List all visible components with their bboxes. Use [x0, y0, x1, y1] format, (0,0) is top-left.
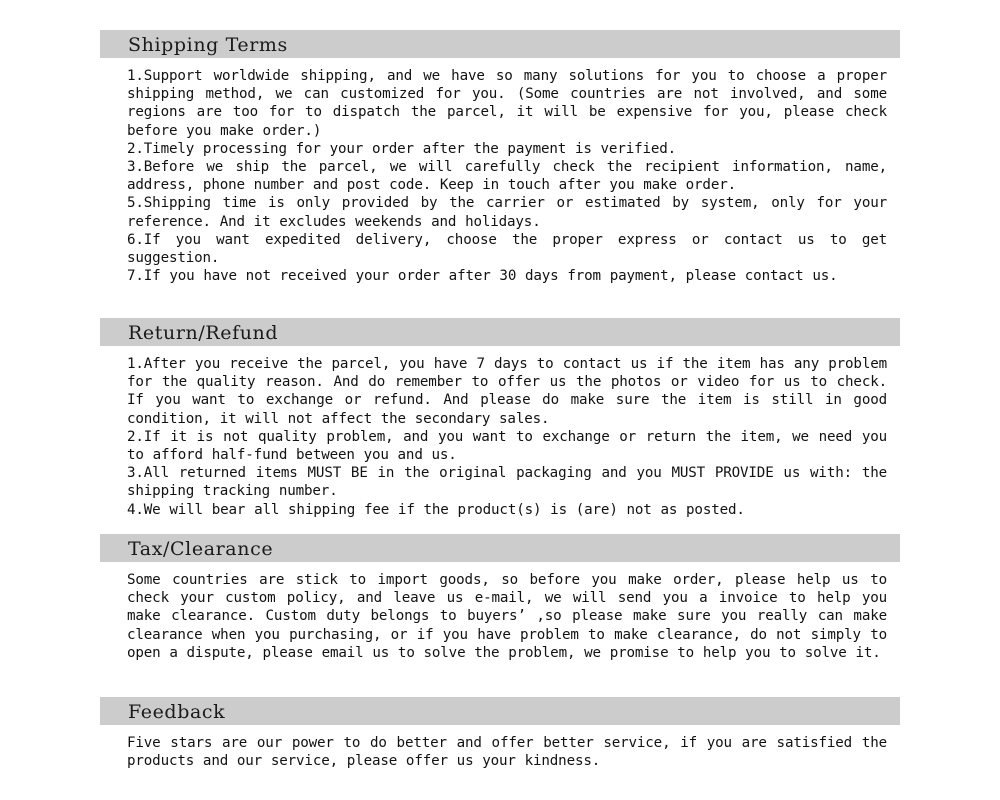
paragraph: Five stars are our power to do better an…	[127, 735, 887, 770]
paragraph: 2.Timely processing for your order after…	[127, 140, 677, 157]
document-page: Shipping Terms 1.Support worldwide shipp…	[0, 0, 1000, 800]
section-body-shipping-terms: 1.Support worldwide shipping, and we hav…	[0, 58, 887, 285]
paragraph: 7.If you have not received your order af…	[127, 268, 838, 285]
paragraph: 1.Support worldwide shipping, and we hav…	[127, 68, 887, 139]
section-body-tax-clearance: Some countries are stick to import goods…	[0, 562, 887, 662]
section-header-shipping-terms: Shipping Terms	[100, 30, 900, 58]
section-shipping-terms: Shipping Terms 1.Support worldwide shipp…	[0, 30, 1000, 285]
paragraph: 6.If you want expedited delivery, choose…	[127, 231, 887, 267]
paragraph: 3.Before we ship the parcel, we will car…	[127, 159, 887, 194]
section-tax-clearance: Tax/Clearance Some countries are stick t…	[0, 534, 1000, 662]
section-title: Tax/Clearance	[128, 537, 274, 560]
paragraph: 4.We will bear all shipping fee if the p…	[127, 501, 745, 518]
paragraph: 3.All returned items MUST BE in the orig…	[127, 465, 887, 500]
paragraph: 5.Shipping time is only provided by the …	[127, 195, 887, 230]
section-feedback: Feedback Five stars are our power to do …	[0, 697, 1000, 770]
section-header-tax-clearance: Tax/Clearance	[100, 534, 900, 562]
section-header-return-refund: Return/Refund	[100, 318, 900, 346]
section-return-refund: Return/Refund 1.After you receive the pa…	[0, 318, 1000, 519]
paragraph: Some countries are stick to import goods…	[127, 572, 887, 661]
section-title: Feedback	[128, 700, 226, 723]
section-body-feedback: Five stars are our power to do better an…	[0, 725, 887, 770]
paragraph: 2.If it is not quality problem, and you …	[127, 428, 887, 464]
section-title: Return/Refund	[128, 321, 279, 344]
section-body-return-refund: 1.After you receive the parcel, you have…	[0, 346, 887, 519]
section-header-feedback: Feedback	[100, 697, 900, 725]
paragraph: 1.After you receive the parcel, you have…	[127, 356, 887, 427]
section-title: Shipping Terms	[128, 33, 288, 56]
